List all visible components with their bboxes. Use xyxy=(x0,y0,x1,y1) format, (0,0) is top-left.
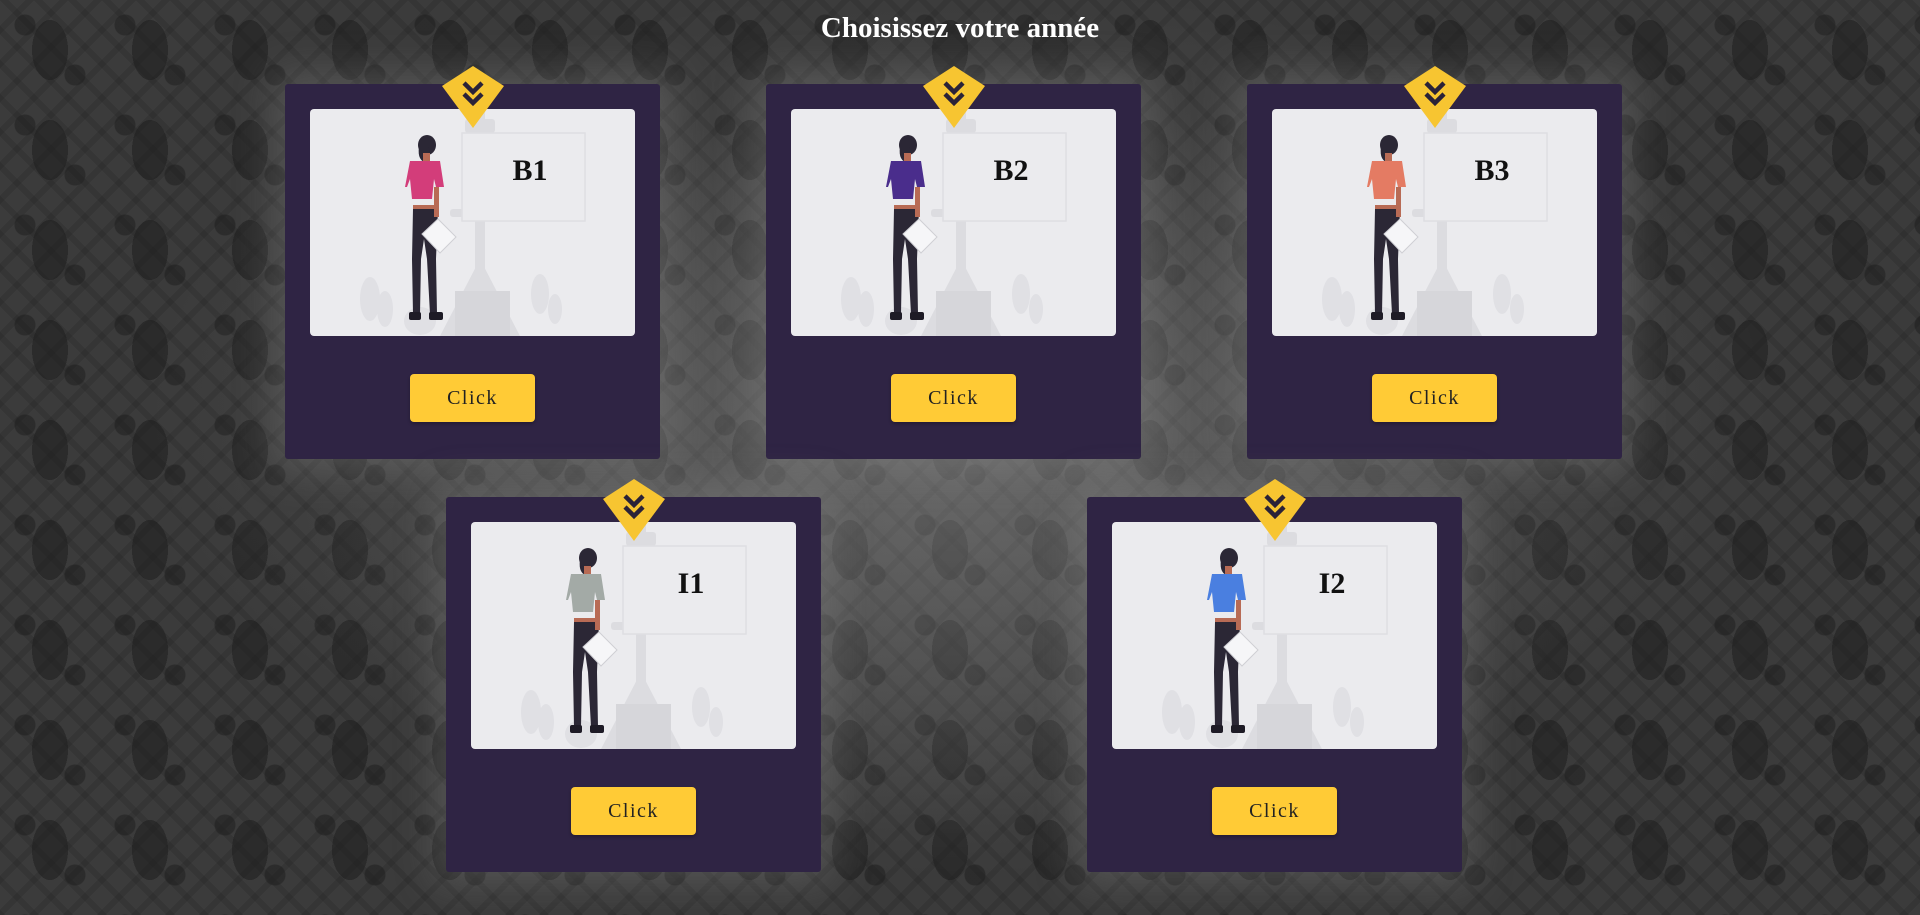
year-card-b3: B3 Click xyxy=(1247,66,1622,459)
click-button[interactable]: Click xyxy=(891,374,1016,422)
card-illustration: B2 xyxy=(791,109,1116,336)
click-button[interactable]: Click xyxy=(1372,374,1497,422)
card-illustration: B3 xyxy=(1272,109,1597,336)
double-chevron-down-icon xyxy=(442,66,504,128)
double-chevron-down-icon xyxy=(603,479,665,541)
click-button[interactable]: Click xyxy=(1212,787,1337,835)
year-card-b2: B2 Click xyxy=(766,66,1141,459)
year-card-i2: I2 Click xyxy=(1087,479,1462,872)
year-label: B1 xyxy=(512,154,548,187)
double-chevron-down-icon xyxy=(1244,479,1306,541)
year-label: B2 xyxy=(993,154,1029,187)
card-illustration: B1 xyxy=(310,109,635,336)
double-chevron-down-icon xyxy=(923,66,985,128)
year-label: I2 xyxy=(1318,567,1346,600)
click-button[interactable]: Click xyxy=(571,787,696,835)
year-card-i1: I1 Click xyxy=(446,479,821,872)
page-title: Choisissez votre année xyxy=(820,12,1100,44)
click-button[interactable]: Click xyxy=(410,374,535,422)
year-label: B3 xyxy=(1474,154,1510,187)
year-card-b1: B1 Click xyxy=(285,66,660,459)
year-label: I1 xyxy=(677,567,705,600)
card-illustration: I1 xyxy=(471,522,796,749)
double-chevron-down-icon xyxy=(1404,66,1466,128)
card-illustration: I2 xyxy=(1112,522,1437,749)
